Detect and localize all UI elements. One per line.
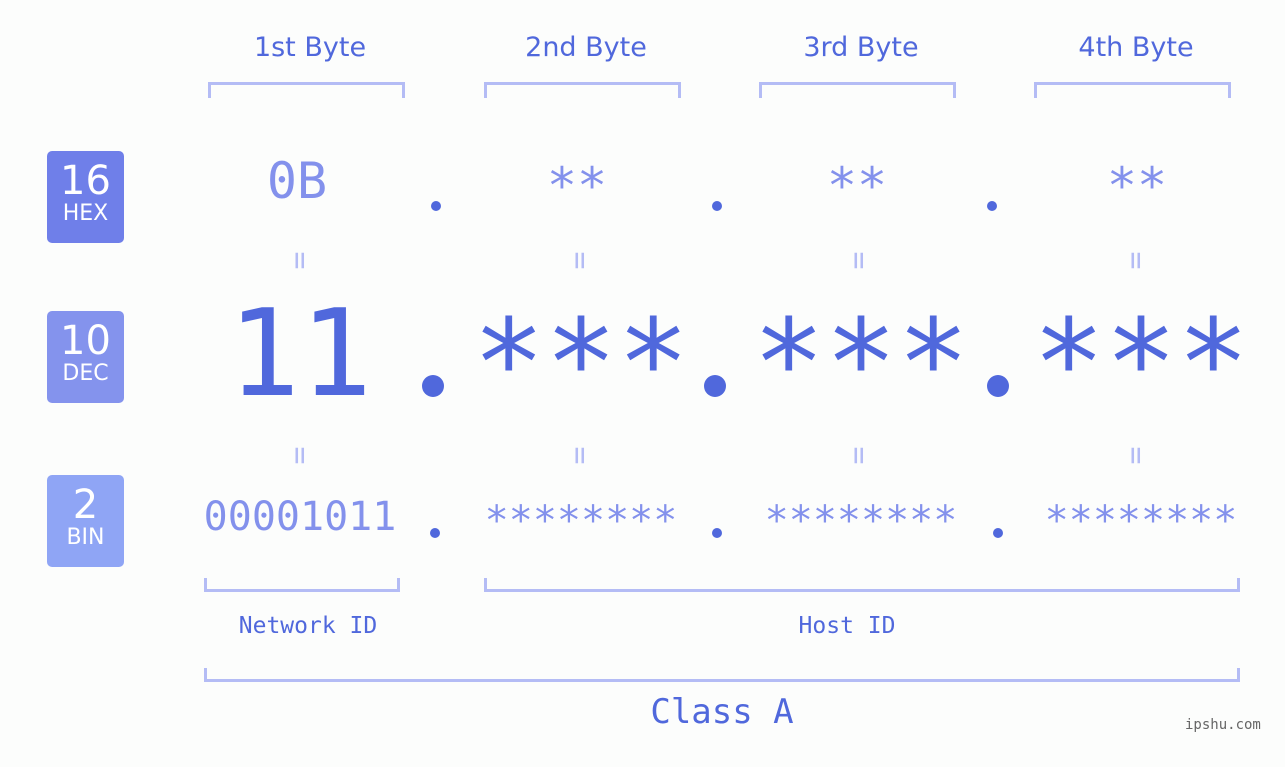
bin-dot-2 (712, 528, 722, 538)
byte-bracket-1 (208, 82, 405, 98)
class-label: Class A (650, 692, 794, 732)
byte-bracket-3 (759, 82, 956, 98)
equals-hex-dec-1: = (282, 251, 318, 270)
equals-dec-bin-3: = (841, 446, 877, 465)
hex-badge: 16 HEX (47, 151, 124, 243)
hex-byte-3: ** (826, 157, 888, 215)
dec-badge: 10 DEC (47, 311, 124, 403)
hex-byte-4: ** (1106, 157, 1168, 215)
dec-byte-2: *** (472, 295, 690, 434)
bin-dot-1 (430, 528, 440, 538)
bin-byte-2: ******** (484, 498, 678, 544)
equals-hex-dec-3: = (841, 251, 877, 270)
dec-base-label: DEC (62, 361, 109, 386)
host-id-bracket (484, 578, 1240, 592)
hex-base-number: 16 (60, 158, 111, 204)
byte-bracket-4 (1034, 82, 1231, 98)
hex-dot-1 (431, 201, 441, 211)
byte-label-3: 3rd Byte (803, 32, 919, 63)
bin-byte-3: ******** (764, 498, 958, 544)
dec-dot-3 (987, 375, 1009, 397)
dec-byte-4: *** (1032, 295, 1250, 434)
dec-byte-3: *** (752, 295, 970, 434)
hex-byte-1: 0B (266, 152, 328, 210)
hex-dot-2 (712, 201, 722, 211)
bin-base-label: BIN (66, 525, 105, 550)
bin-base-number: 2 (72, 482, 99, 528)
network-id-label: Network ID (238, 613, 378, 639)
byte-label-4: 4th Byte (1078, 32, 1194, 63)
dec-dot-1 (422, 375, 444, 397)
dec-byte-1: 11 (227, 285, 373, 424)
bin-dot-3 (993, 528, 1003, 538)
equals-dec-bin-2: = (562, 446, 598, 465)
host-id-label: Host ID (798, 613, 896, 639)
bin-byte-4: ******** (1044, 498, 1238, 544)
bin-byte-1: 00001011 (203, 494, 397, 540)
equals-dec-bin-4: = (1118, 446, 1154, 465)
hex-byte-2: ** (546, 157, 608, 215)
byte-label-2: 2nd Byte (525, 32, 647, 63)
equals-hex-dec-2: = (562, 251, 598, 270)
dec-dot-2 (704, 375, 726, 397)
hex-base-label: HEX (62, 201, 109, 226)
byte-bracket-2 (484, 82, 681, 98)
dec-base-number: 10 (60, 318, 111, 364)
bin-badge: 2 BIN (47, 475, 124, 567)
equals-dec-bin-1: = (282, 446, 318, 465)
byte-label-1: 1st Byte (253, 32, 367, 63)
class-bracket (204, 668, 1240, 682)
network-id-bracket (204, 578, 400, 592)
hex-dot-3 (987, 201, 997, 211)
equals-hex-dec-4: = (1118, 251, 1154, 270)
watermark: ipshu.com (1185, 717, 1261, 733)
